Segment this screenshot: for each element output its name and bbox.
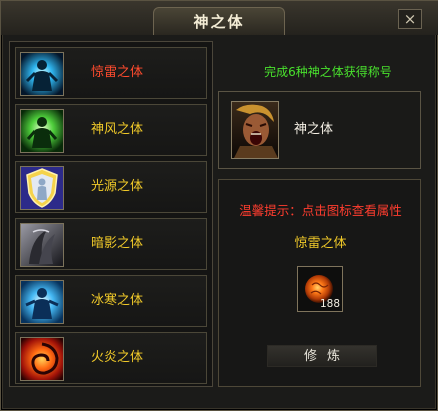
body-item-label: 暗影之体 [91,236,144,251]
body-item-fire[interactable]: 火炎之体 [15,332,207,384]
body-item-label: 冰寒之体 [91,293,144,308]
light-body-icon [20,166,64,210]
body-list: 惊雷之体 神风之体 光源之体 暗影之体 冰寒之体 火炎之体 [9,41,213,387]
reward-title-box: 神之体 [218,91,421,169]
body-item-label: 火炎之体 [91,350,144,365]
body-item-label: 神风之体 [91,122,144,137]
selected-body-name: 惊雷之体 [294,236,347,251]
body-item-label: 光源之体 [91,179,144,194]
window-title: 神之体 [153,7,285,35]
body-item-light[interactable]: 光源之体 [15,161,207,213]
ice-body-icon [20,280,64,324]
reward-title-name: 神之体 [294,122,334,137]
thunder-body-icon [20,52,64,96]
shadow-body-icon [20,223,64,267]
detail-panel: 温馨提示：点击图标查看属性 惊雷之体 188 修炼 [218,179,421,387]
body-item-ice[interactable]: 冰寒之体 [15,275,207,327]
hint-text: 温馨提示：点击图标查看属性 [239,203,402,218]
body-item-label: 惊雷之体 [91,65,144,80]
title-progress-text: 完成6种神之体获得称号 [264,65,392,79]
fire-stone-icon[interactable]: 188 [297,266,343,312]
close-button[interactable]: × [398,9,422,29]
wind-body-icon [20,109,64,153]
body-item-thunder[interactable]: 惊雷之体 [15,47,207,99]
title-bar[interactable]: 神之体 × [1,1,438,35]
cultivate-button[interactable]: 修炼 [267,345,377,367]
body-item-wind[interactable]: 神风之体 [15,104,207,156]
body-item-shadow[interactable]: 暗影之体 [15,218,207,270]
divine-body-window: 神之体 × 惊雷之体 神风之体 光源之体 暗影之体 冰寒之体 火炎之体 完成6种… [0,0,438,411]
fire-body-icon [20,337,64,381]
roaring-warrior-icon[interactable] [231,101,279,159]
item-count: 188 [319,298,340,310]
